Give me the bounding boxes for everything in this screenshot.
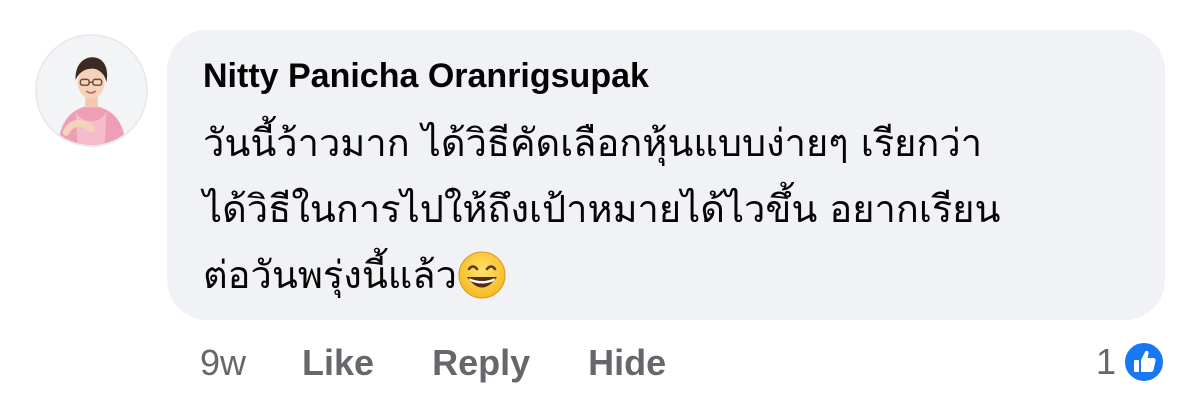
comment: Nitty Panicha Oranrigsupak วันนี้ว้าวมาก… (0, 0, 1200, 411)
avatar-image (37, 36, 146, 145)
like-button[interactable]: Like (302, 342, 374, 384)
hide-button[interactable]: Hide (588, 342, 666, 384)
grinning-squinting-face-emoji (458, 251, 506, 299)
reply-button[interactable]: Reply (432, 342, 530, 384)
like-thumbs-up-icon (1123, 341, 1165, 383)
comment-text-line-3: ต่อวันพรุ่งนี้แล้ว (203, 253, 457, 297)
comment-actions: 9w Like Reply Hide (200, 338, 724, 388)
comment-text: วันนี้ว้าวมาก ได้วิธีคัดเลือกหุ้นแบบง่าย… (203, 110, 1129, 308)
comment-timestamp[interactable]: 9w (200, 342, 246, 384)
comment-bubble: Nitty Panicha Oranrigsupak วันนี้ว้าวมาก… (167, 30, 1165, 320)
comment-text-line-1: วันนี้ว้าวมาก ได้วิธีคัดเลือกหุ้นแบบง่าย… (203, 121, 983, 165)
reaction-summary[interactable]: 1 (1096, 336, 1166, 388)
comment-text-line-2: ได้วิธีในการไปให้ถึงเป้าหมายได้ไวขึ้น อย… (203, 187, 1001, 231)
reaction-count: 1 (1095, 341, 1116, 382)
avatar[interactable] (35, 34, 148, 147)
author-name[interactable]: Nitty Panicha Oranrigsupak (203, 56, 1129, 96)
